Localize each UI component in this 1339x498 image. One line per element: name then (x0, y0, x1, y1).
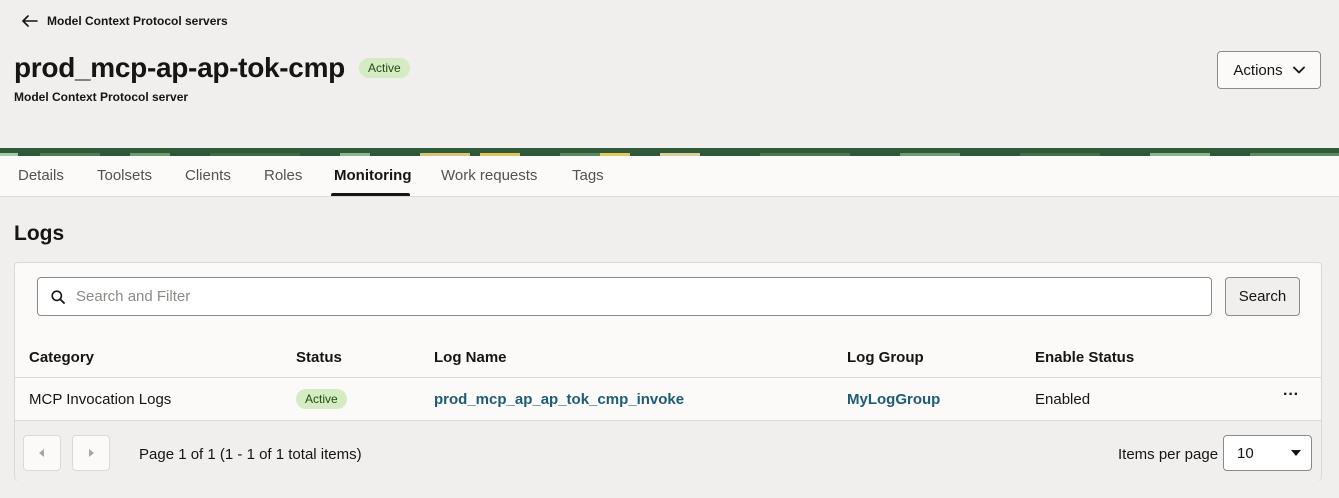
tab-bar: Details Toolsets Clients Roles Monitorin… (0, 156, 1339, 197)
tab-toolsets[interactable]: Toolsets (97, 156, 152, 197)
column-header-status[interactable]: Status (296, 349, 342, 366)
previous-page-button[interactable] (23, 435, 61, 471)
cell-category: MCP Invocation Logs (29, 391, 172, 408)
column-header-log-group[interactable]: Log Group (847, 349, 924, 366)
table-header: Category Status Log Name Log Group Enabl… (15, 337, 1321, 378)
active-tab-indicator (331, 193, 410, 196)
page-title: prod_mcp-ap-ap-tok-cmp (14, 52, 345, 83)
arrow-left-icon (22, 15, 38, 27)
back-link[interactable]: Model Context Protocol servers (22, 11, 228, 31)
chevron-down-icon (1292, 66, 1305, 74)
title-row: prod_mcp-ap-ap-tok-cmp Active (14, 52, 410, 84)
page-subtitle: Model Context Protocol server (14, 90, 189, 104)
caret-down-icon (1291, 450, 1301, 456)
row-actions-kebab-icon[interactable]: ··· (1281, 387, 1301, 408)
column-header-log-name[interactable]: Log Name (434, 349, 507, 366)
search-button[interactable]: Search (1225, 277, 1300, 316)
section-title: Logs (14, 222, 65, 245)
column-header-enable-status[interactable]: Enable Status (1035, 349, 1134, 366)
actions-button-label: Actions (1233, 61, 1283, 79)
actions-button[interactable]: Actions (1217, 51, 1321, 89)
items-per-page-value: 10 (1237, 445, 1254, 462)
column-header-category[interactable]: Category (29, 349, 94, 366)
decorative-banner (0, 148, 1339, 156)
pagination-bar: Page 1 of 1 (1 - 1 of 1 total items) Ite… (15, 421, 1321, 481)
chevron-left-icon (39, 449, 44, 457)
page-header: Model Context Protocol servers prod_mcp-… (0, 0, 1339, 148)
tab-details[interactable]: Details (18, 156, 64, 197)
search-icon (51, 290, 65, 304)
next-page-button[interactable] (72, 435, 110, 471)
tab-roles[interactable]: Roles (264, 156, 302, 197)
pagination-summary: Page 1 of 1 (1 - 1 of 1 total items) (139, 446, 362, 463)
search-input[interactable] (76, 279, 1196, 314)
back-link-label: Model Context Protocol servers (47, 14, 228, 28)
tab-tags[interactable]: Tags (572, 156, 604, 197)
log-group-link[interactable]: MyLogGroup (847, 391, 940, 408)
search-box (37, 277, 1212, 316)
items-per-page-label: Items per page (1118, 446, 1219, 463)
row-status-badge: Active (296, 389, 347, 409)
table-row: MCP Invocation Logs Active prod_mcp_ap_a… (15, 378, 1321, 421)
tab-monitoring[interactable]: Monitoring (334, 156, 411, 197)
items-per-page-select[interactable]: 10 (1223, 435, 1312, 471)
cell-enable-status: Enabled (1035, 391, 1091, 408)
status-badge: Active (358, 58, 410, 78)
log-name-link[interactable]: prod_mcp_ap_ap_tok_cmp_invoke (434, 391, 684, 408)
tab-clients[interactable]: Clients (185, 156, 231, 197)
chevron-right-icon (89, 449, 94, 457)
tab-work-requests[interactable]: Work requests (441, 156, 537, 197)
logs-panel: Search Category Status Log Name Log Grou… (14, 262, 1322, 481)
